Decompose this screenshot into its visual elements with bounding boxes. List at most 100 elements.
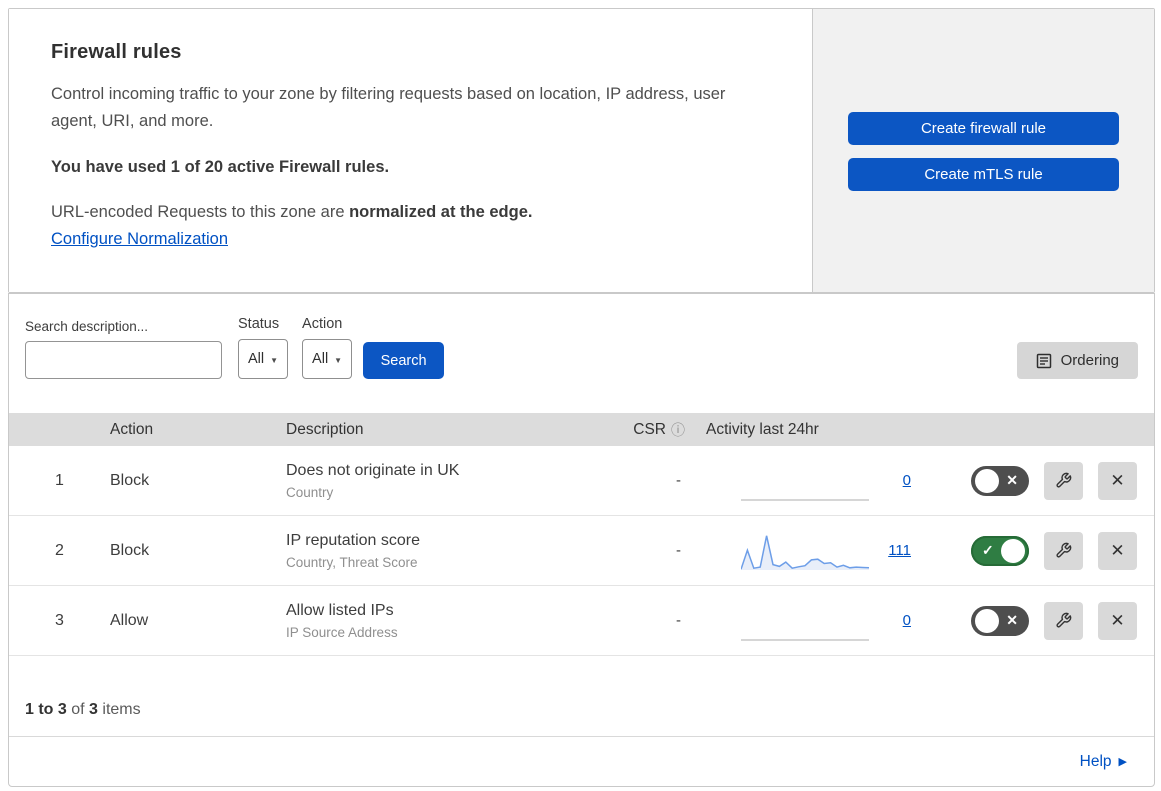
wrench-icon	[1056, 542, 1072, 558]
rule-priority: 2	[55, 541, 64, 559]
help-link[interactable]: Help ▶	[1080, 753, 1127, 771]
close-icon: ✕	[1110, 470, 1125, 490]
help-arrow-icon: ▶	[1118, 756, 1127, 768]
search-button[interactable]: Search	[363, 342, 445, 379]
ordering-label: Ordering	[1060, 352, 1119, 369]
chevron-down-icon: ▼	[270, 355, 279, 365]
rule-csr-value: -	[676, 472, 681, 489]
page-title: Firewall rules	[51, 41, 182, 63]
pagination-range: 1 to 3	[25, 701, 67, 718]
delete-rule-button[interactable]: ✕	[1098, 601, 1137, 640]
rule-description: Allow listed IPs	[286, 601, 394, 619]
activity-sparkline	[741, 638, 869, 641]
table-header: Action Description CSR ⓘ Activity last 2…	[9, 413, 1154, 446]
delete-rule-button[interactable]: ✕	[1098, 531, 1137, 570]
status-selected-value: All	[248, 351, 265, 367]
pagination-of: of	[66, 701, 90, 718]
info-icon[interactable]: ⓘ	[671, 420, 685, 440]
activity-count-link[interactable]: 0	[903, 472, 911, 489]
column-csr: CSR ⓘ	[633, 420, 685, 440]
column-description: Description	[286, 420, 364, 438]
close-icon: ✕	[1110, 540, 1125, 560]
delete-rule-button[interactable]: ✕	[1098, 461, 1137, 500]
enable-toggle[interactable]: ✓	[971, 535, 1029, 566]
column-activity: Activity last 24hr	[706, 420, 819, 438]
column-action: Action	[110, 420, 154, 438]
help-row: Help ▶	[9, 736, 1154, 786]
rule-action: Block	[110, 471, 150, 489]
pagination-items: items	[97, 701, 141, 718]
edit-rule-button[interactable]	[1044, 601, 1083, 640]
search-box	[25, 341, 226, 379]
ordering-button[interactable]: Ordering	[1016, 342, 1138, 379]
activity-sparkline	[741, 498, 869, 501]
rule-fields: Country, Threat Score	[286, 554, 418, 570]
status-label: Status	[238, 316, 280, 332]
toggle-knob	[1001, 538, 1025, 563]
activity-cell: 0	[691, 446, 931, 515]
enable-toggle[interactable]: ✕	[971, 465, 1029, 496]
search-label: Search description...	[25, 319, 149, 334]
firewall-rules-panel: Search description... Status All ▼ Actio…	[8, 293, 1155, 787]
table-row: 3 Allow Allow listed IPs IP Source Addre…	[9, 586, 1154, 656]
ordering-list-icon	[1036, 353, 1051, 368]
rule-controls: ✕ ✕	[931, 601, 1154, 640]
normalization-bold: normalized at the edge.	[349, 202, 533, 221]
edit-rule-button[interactable]	[1044, 461, 1083, 500]
rule-priority: 3	[55, 611, 64, 629]
enable-toggle[interactable]: ✕	[971, 605, 1029, 636]
configure-normalization-link[interactable]: Configure Normalization	[51, 230, 228, 249]
rule-fields: IP Source Address	[286, 624, 398, 640]
rule-csr-value: -	[676, 612, 681, 629]
rule-priority: 1	[55, 471, 64, 489]
chevron-down-icon: ▼	[334, 355, 343, 365]
rule-description-cell: Does not originate in UK Country	[286, 462, 606, 500]
rule-description: IP reputation score	[286, 531, 421, 549]
activity-cell: 111	[691, 516, 931, 585]
rule-action: Block	[110, 541, 150, 559]
page-description: Control incoming traffic to your zone by…	[51, 85, 726, 130]
filter-bar: Search description... Status All ▼ Actio…	[9, 294, 1154, 379]
toggle-state-icon: ✕	[1006, 611, 1018, 628]
status-select[interactable]: All ▼	[238, 339, 289, 379]
toggle-state-icon: ✕	[1006, 471, 1018, 488]
search-input[interactable]	[45, 342, 226, 378]
rule-csr-value: -	[676, 542, 681, 559]
activity-cell: 0	[691, 586, 931, 655]
table-row: 2 Block IP reputation score Country, Thr…	[9, 516, 1154, 586]
create-mtls-rule-button[interactable]: Create mTLS rule	[848, 158, 1119, 191]
rule-action: Allow	[110, 611, 149, 629]
close-icon: ✕	[1110, 610, 1125, 630]
toggle-state-icon: ✓	[982, 541, 994, 558]
action-filter-group: Action All ▼	[302, 316, 353, 379]
normalization-text: URL-encoded Requests to this zone are	[51, 202, 350, 221]
activity-sparkline	[741, 535, 869, 570]
wrench-icon	[1056, 472, 1072, 488]
toggle-knob	[975, 468, 999, 493]
wrench-icon	[1056, 612, 1072, 628]
activity-count-link[interactable]: 111	[888, 542, 911, 559]
rule-controls: ✕ ✕	[931, 461, 1154, 500]
toggle-knob	[975, 608, 999, 633]
help-label: Help	[1079, 752, 1112, 770]
status-filter-group: Status All ▼	[238, 316, 289, 379]
usage-summary: You have used 1 of 20 active Firewall ru…	[51, 157, 390, 176]
activity-count-link[interactable]: 0	[903, 612, 911, 629]
create-firewall-rule-button[interactable]: Create firewall rule	[848, 112, 1119, 145]
action-selected-value: All	[312, 351, 329, 367]
rule-description-cell: Allow listed IPs IP Source Address	[286, 602, 606, 640]
rule-fields: Country	[286, 484, 334, 500]
table-row: 1 Block Does not originate in UK Country…	[9, 446, 1154, 516]
firewall-intro-pane: Firewall rules Control incoming traffic …	[9, 9, 812, 292]
rule-controls: ✓ ✕	[931, 531, 1154, 570]
pagination-summary: 1 to 3 of 3 items	[9, 656, 1154, 733]
rule-description-cell: IP reputation score Country, Threat Scor…	[286, 532, 606, 570]
pagination-total: 3	[89, 701, 98, 718]
action-select[interactable]: All ▼	[302, 339, 353, 379]
firewall-overview-section: Firewall rules Control incoming traffic …	[8, 8, 1155, 293]
action-label: Action	[302, 316, 343, 332]
normalization-note: URL-encoded Requests to this zone are no…	[51, 203, 770, 222]
rule-description: Does not originate in UK	[286, 461, 460, 479]
edit-rule-button[interactable]	[1044, 531, 1083, 570]
actions-pane: Create firewall rule Create mTLS rule	[812, 9, 1154, 292]
